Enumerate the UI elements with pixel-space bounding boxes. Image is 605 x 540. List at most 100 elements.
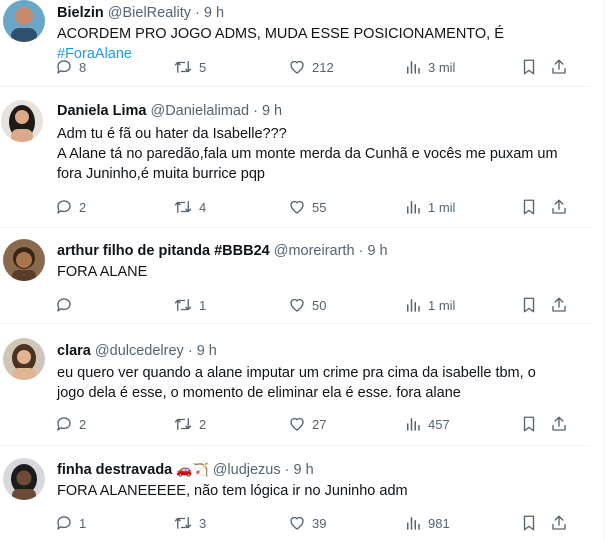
timestamp[interactable]: 9 h: [294, 462, 314, 478]
bookmark-icon: [520, 198, 538, 216]
views-button[interactable]: 457: [404, 413, 450, 435]
retweet-icon: [173, 415, 193, 433]
tweet[interactable]: clara @dulcedelrey · 9 h eu quero ver qu…: [0, 323, 590, 446]
retweet-button[interactable]: 1: [173, 294, 206, 316]
tweet[interactable]: Bielzin @BielReality · 9 h ACORDEM PRO J…: [0, 0, 590, 87]
tweet[interactable]: finha destravada 🚗🏹 @ludjezus · 9 h FORA…: [0, 445, 590, 540]
share-icon: [550, 198, 568, 216]
action-bar: 1 3 39 981: [50, 512, 580, 534]
retweet-button[interactable]: 3: [173, 512, 206, 534]
avatar[interactable]: [3, 338, 45, 380]
tweet-text-line: FORA ALANE: [57, 264, 148, 280]
share-icon: [550, 58, 568, 76]
username[interactable]: @BielReality: [108, 5, 191, 21]
share-button[interactable]: [550, 56, 568, 78]
tweet-text-line: eu quero ver quando a alane imputar um c…: [57, 365, 536, 381]
share-button[interactable]: [550, 294, 568, 316]
tweet-text: Adm tu é fã ou hater da Isabelle??? A Al…: [57, 124, 577, 184]
tweet[interactable]: arthur filho de pitanda #BBB24 @moreirar…: [0, 227, 590, 324]
reply-count: 2: [79, 199, 87, 215]
bookmark-button[interactable]: [520, 413, 538, 435]
like-count: 55: [312, 199, 327, 215]
separator-dot: ·: [187, 343, 193, 359]
tweet-text-line: Adm tu é fã ou hater da Isabelle???: [57, 126, 287, 142]
avatar[interactable]: [3, 0, 45, 42]
tweet-text-line: A Alane tá no paredão,fala um monte merd…: [57, 146, 558, 162]
views-button[interactable]: 1 mil: [404, 196, 455, 218]
timestamp[interactable]: 9 h: [367, 243, 387, 259]
heart-icon: [288, 198, 306, 216]
reply-icon: [55, 58, 73, 76]
action-bar: 2 4 55 1 mil: [50, 196, 580, 218]
share-button[interactable]: [550, 512, 568, 534]
reply-button[interactable]: 1: [55, 512, 86, 534]
like-button[interactable]: 39: [288, 512, 326, 534]
tweet-text: FORA ALANE: [57, 262, 577, 282]
share-icon: [550, 514, 568, 532]
views-button[interactable]: 981: [404, 512, 450, 534]
retweet-count: 2: [199, 416, 207, 432]
avatar[interactable]: [1, 100, 43, 142]
reply-button[interactable]: [55, 294, 79, 316]
tweet-header: clara @dulcedelrey · 9 h: [57, 342, 217, 360]
tweet[interactable]: Daniela Lima @Danielalimad · 9 h Adm tu …: [0, 86, 590, 228]
retweet-icon: [173, 58, 193, 76]
reply-button[interactable]: 8: [55, 56, 86, 78]
tweet-text: FORA ALANEEEEE, não tem lógica ir no Jun…: [57, 481, 577, 501]
reply-icon: [55, 415, 73, 433]
tweet-header: finha destravada 🚗🏹 @ludjezus · 9 h: [57, 461, 314, 480]
views-button[interactable]: 3 mil: [404, 56, 455, 78]
display-name[interactable]: clara: [57, 343, 91, 359]
bookmark-icon: [520, 514, 538, 532]
bookmark-button[interactable]: [520, 196, 538, 218]
timeline: Bielzin @BielReality · 9 h ACORDEM PRO J…: [0, 0, 605, 540]
analytics-icon: [404, 198, 422, 216]
tweet-text: eu quero ver quando a alane imputar um c…: [57, 363, 577, 403]
heart-icon: [288, 415, 306, 433]
heart-icon: [288, 296, 306, 314]
like-button[interactable]: 50: [288, 294, 326, 316]
retweet-button[interactable]: 2: [173, 413, 206, 435]
share-button[interactable]: [550, 413, 568, 435]
separator-dot: ·: [358, 243, 364, 259]
reply-icon: [55, 296, 73, 314]
heart-icon: [288, 58, 306, 76]
retweet-icon: [173, 296, 193, 314]
reply-icon: [55, 198, 73, 216]
view-count: 3 mil: [428, 59, 456, 75]
username[interactable]: @moreirarth: [274, 243, 355, 259]
timestamp[interactable]: 9 h: [262, 103, 282, 119]
like-button[interactable]: 27: [288, 413, 326, 435]
retweet-button[interactable]: 5: [173, 56, 206, 78]
views-button[interactable]: 1 mil: [404, 294, 455, 316]
retweet-count: 1: [199, 297, 207, 313]
bookmark-button[interactable]: [520, 294, 538, 316]
display-name[interactable]: Daniela Lima: [57, 103, 146, 119]
avatar[interactable]: [3, 458, 45, 500]
username[interactable]: @Danielalimad: [150, 103, 249, 119]
display-name[interactable]: arthur filho de pitanda #BBB24: [57, 243, 270, 259]
view-count: 457: [428, 416, 450, 432]
retweet-icon: [173, 514, 193, 532]
bookmark-button[interactable]: [520, 56, 538, 78]
reply-count: 8: [79, 59, 87, 75]
reply-count: 2: [79, 416, 87, 432]
action-bar: 2 2 27 457: [50, 413, 580, 435]
reply-button[interactable]: 2: [55, 413, 86, 435]
timestamp[interactable]: 9 h: [204, 5, 224, 21]
bookmark-button[interactable]: [520, 512, 538, 534]
reply-button[interactable]: 2: [55, 196, 86, 218]
view-count: 1 mil: [428, 199, 456, 215]
share-button[interactable]: [550, 196, 568, 218]
like-button[interactable]: 212: [288, 56, 334, 78]
retweet-button[interactable]: 4: [173, 196, 206, 218]
username[interactable]: @dulcedelrey: [95, 343, 184, 359]
display-name[interactable]: Bielzin: [57, 5, 104, 21]
like-button[interactable]: 55: [288, 196, 326, 218]
avatar[interactable]: [3, 239, 45, 281]
username[interactable]: @ludjezus: [213, 462, 281, 478]
analytics-icon: [404, 514, 422, 532]
timestamp[interactable]: 9 h: [197, 343, 217, 359]
display-name[interactable]: finha destravada: [57, 462, 172, 478]
action-bar: 8 5 212 3 mil: [50, 56, 580, 78]
